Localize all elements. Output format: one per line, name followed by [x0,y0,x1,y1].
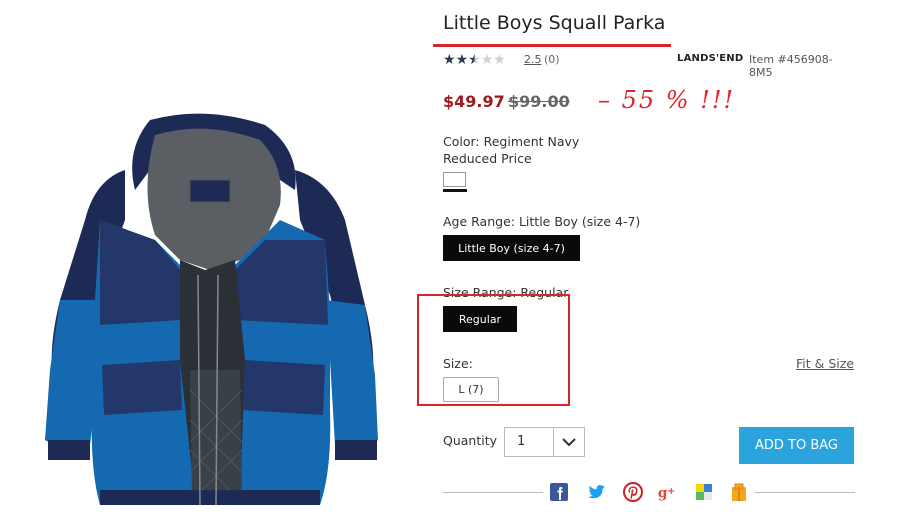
review-count: (0) [544,53,560,66]
selected-swatch-indicator [443,189,467,192]
quantity-value: 1 [517,434,526,449]
fit-and-size-link[interactable]: Fit & Size [796,356,854,371]
brand-logo: LANDS'END [677,53,744,64]
pinterest-icon[interactable] [623,482,643,502]
star-icon: ★ [443,51,456,67]
product-title: Little Boys Squall Parka [443,12,666,34]
original-price: $99.00 [508,92,570,111]
color-swatch-regiment-navy[interactable] [443,172,466,187]
color-label: Color: Regiment Navy [443,134,580,149]
share-divider-left [443,492,543,493]
gift-icon[interactable] [729,482,749,502]
rating-row: ★★★★★ 2.5 (0) LANDS'END Item #456908-8M5 [443,52,855,79]
google-plus-icon[interactable]: g + [657,482,677,502]
star-icon: ★ [455,51,469,67]
empty-star-icon: ★ [493,51,506,67]
chevron-down-icon [562,438,576,447]
social-share-bar: g + [549,482,749,502]
add-to-bag-button[interactable]: ADD TO BAG [739,427,854,464]
annotation-highlight-box [417,294,570,406]
item-number: Item #456908-8M5 [749,53,833,79]
svg-text:+: + [667,486,675,497]
quantity-divider [553,428,554,456]
sale-price: $49.97 [443,92,505,111]
title-annotation-underline [433,44,671,47]
age-range-label: Age Range: Little Boy (size 4-7) [443,214,641,229]
quantity-select[interactable]: 1 [504,427,585,457]
age-range-button[interactable]: Little Boy (size 4-7) [443,235,580,261]
product-image [30,110,390,520]
discount-annotation: – 55 % !!! [598,86,736,114]
empty-star-icon: ★ [480,51,494,67]
quantity-label: Quantity [443,433,498,448]
share-divider-right [755,492,855,493]
rating-value-link[interactable]: 2.5 [524,53,542,66]
delicious-icon[interactable] [694,482,714,502]
twitter-icon[interactable] [586,482,606,502]
facebook-icon[interactable] [549,482,569,502]
rating-stars[interactable]: ★★★★★ [443,52,506,66]
half-star-icon: ★ [468,51,481,67]
reduced-price-label: Reduced Price [443,151,532,166]
